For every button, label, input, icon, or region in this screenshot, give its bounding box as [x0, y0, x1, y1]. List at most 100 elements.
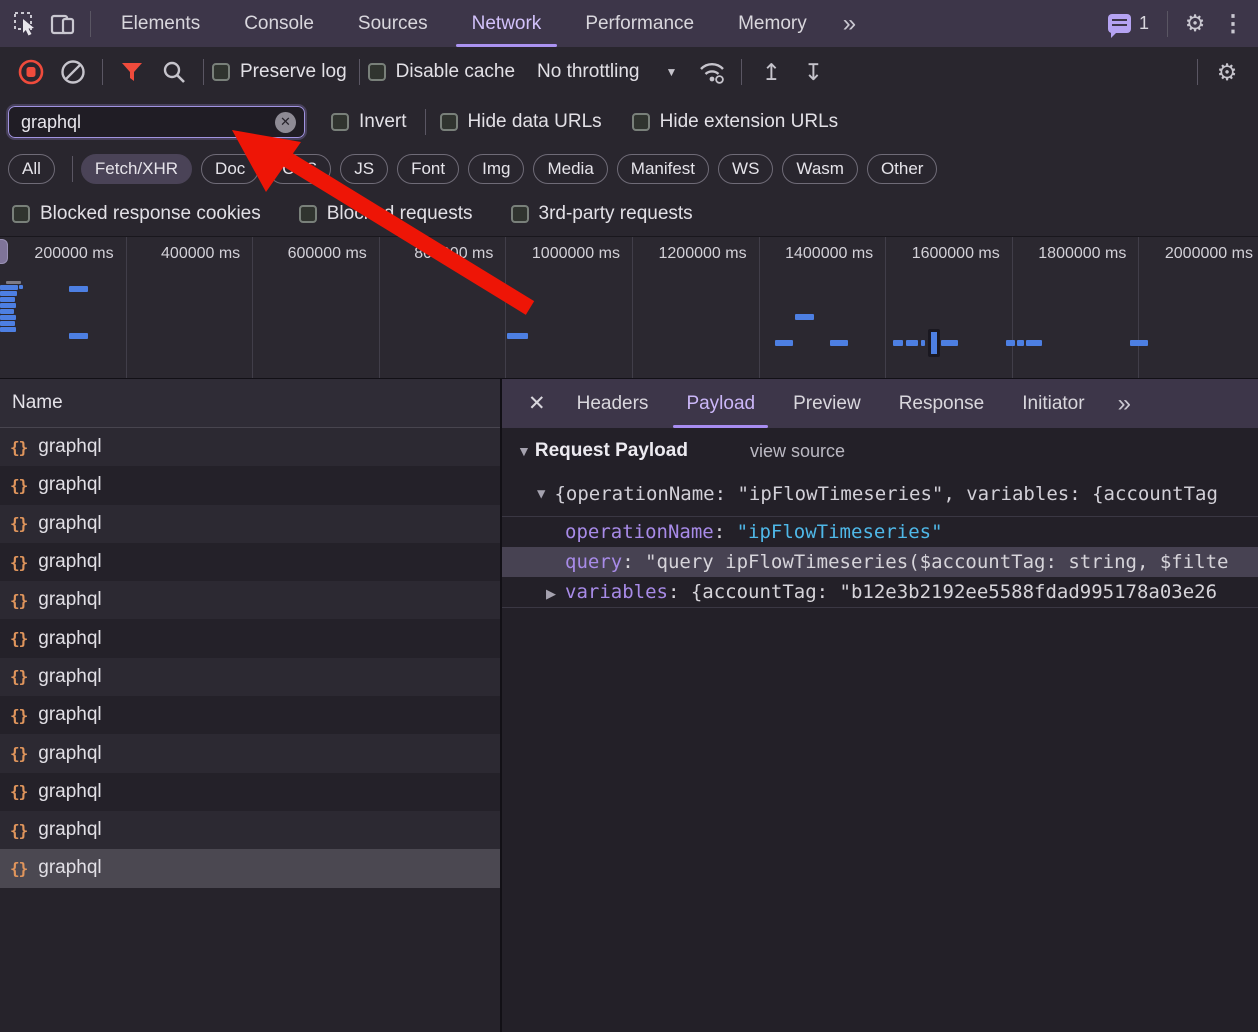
tab-sources[interactable]: Sources — [336, 0, 450, 47]
request-row[interactable]: {}graphql — [0, 811, 500, 849]
filter-chip-manifest[interactable]: Manifest — [617, 154, 709, 184]
payload-row-query[interactable]: query: "query ipFlowTimeseries($accountT… — [502, 547, 1258, 577]
request-row[interactable]: {} graphql — [0, 849, 500, 887]
name-column-header[interactable]: Name — [0, 379, 500, 428]
detail-tab-payload[interactable]: Payload — [667, 379, 774, 428]
blocked-requests-label: Blocked requests — [327, 203, 473, 225]
tab-network[interactable]: Network — [450, 0, 564, 47]
throttling-select[interactable]: No throttling ▼ — [537, 61, 677, 83]
more-tabs-icon[interactable]: » — [829, 10, 870, 38]
clear-filter-icon[interactable]: ✕ — [275, 112, 296, 133]
payload-colon: : — [714, 521, 737, 543]
request-row[interactable]: {}graphql — [0, 581, 500, 619]
detail-tab-initiator[interactable]: Initiator — [1003, 379, 1103, 428]
filter-chip-media[interactable]: Media — [533, 154, 607, 184]
payload-row-variables[interactable]: ▶variables: {accountTag: "b12e3b2192ee55… — [502, 577, 1258, 607]
clear-network-log-icon[interactable] — [52, 51, 94, 93]
json-braces-icon: {} — [10, 667, 27, 686]
filter-chip-other[interactable]: Other — [867, 154, 938, 184]
issues-icon — [1108, 14, 1131, 33]
invert-checkbox[interactable] — [331, 113, 349, 131]
filter-funnel-icon[interactable] — [111, 51, 153, 93]
payload-root-row[interactable]: ▼ {operationName: "ipFlowTimeseries", va… — [502, 478, 1258, 510]
preserve-log-checkbox[interactable] — [212, 63, 230, 81]
tab-elements[interactable]: Elements — [99, 0, 222, 47]
hide-extension-urls-checkbox[interactable] — [632, 113, 650, 131]
detail-tab-preview[interactable]: Preview — [774, 379, 880, 428]
hide-extension-urls-label: Hide extension URLs — [660, 111, 838, 133]
waterfall-bar — [19, 285, 23, 289]
filter-chip-doc[interactable]: Doc — [201, 154, 259, 184]
request-row[interactable]: {}graphql — [0, 619, 500, 657]
tab-performance[interactable]: Performance — [563, 0, 716, 47]
expand-icon[interactable]: ▶ — [546, 579, 565, 607]
disable-cache-checkbox[interactable] — [368, 63, 386, 81]
panel-tabs: ElementsConsoleSourcesNetworkPerformance… — [99, 0, 829, 47]
waterfall-bar — [0, 285, 18, 290]
network-conditions-icon[interactable] — [691, 51, 733, 93]
detail-tab-response[interactable]: Response — [880, 379, 1004, 428]
request-row[interactable]: {}graphql — [0, 773, 500, 811]
kebab-menu-icon[interactable]: ⋮ — [1214, 4, 1252, 44]
filter-chip-img[interactable]: Img — [468, 154, 524, 184]
detail-tab-headers[interactable]: Headers — [558, 379, 668, 428]
settings-gear-icon[interactable]: ⚙ — [1176, 4, 1214, 44]
collapse-icon[interactable]: ▼ — [537, 486, 545, 502]
timeline-tick-label: 1400000 ms — [760, 237, 887, 378]
flag-blocked-requests: Blocked requests — [299, 203, 477, 225]
request-row[interactable]: {}graphql — [0, 696, 500, 734]
waterfall-bar — [1006, 340, 1015, 346]
hide-data-urls-checkbox[interactable] — [440, 113, 458, 131]
waterfall-bar — [795, 314, 814, 320]
issues-button[interactable]: 1 — [1098, 13, 1159, 34]
3rd-party-requests-checkbox[interactable] — [511, 205, 529, 223]
request-row[interactable]: {}graphql — [0, 466, 500, 504]
request-row[interactable]: {}graphql — [0, 658, 500, 696]
filter-chip-js[interactable]: JS — [340, 154, 388, 184]
search-icon[interactable] — [153, 51, 195, 93]
filter-input[interactable] — [19, 111, 275, 134]
network-overview-timeline[interactable]: 200000 ms400000 ms600000 ms800000 ms1000… — [0, 236, 1258, 379]
request-row[interactable]: {}graphql — [0, 543, 500, 581]
tab-memory[interactable]: Memory — [716, 0, 829, 47]
blocked-requests-checkbox[interactable] — [299, 205, 317, 223]
overview-scroll-handle[interactable] — [0, 239, 8, 264]
waterfall-bar — [921, 340, 925, 346]
json-braces-icon: {} — [10, 859, 27, 878]
blocked-response-cookies-checkbox[interactable] — [12, 205, 30, 223]
close-detail-icon[interactable]: ✕ — [516, 391, 558, 416]
record-network-log-icon[interactable] — [10, 51, 52, 93]
request-row[interactable]: {}graphql — [0, 505, 500, 543]
view-source-link[interactable]: view source — [750, 441, 845, 462]
filter-chip-font[interactable]: Font — [397, 154, 459, 184]
json-braces-icon: {} — [10, 821, 27, 840]
network-toolbar: Preserve log Disable cache No throttling… — [0, 47, 1258, 97]
section-collapse-icon[interactable]: ▼ — [517, 443, 531, 459]
filter-chip-all[interactable]: All — [8, 154, 55, 184]
separator — [72, 156, 73, 182]
filter-chip-fetch-xhr[interactable]: Fetch/XHR — [81, 154, 192, 184]
waterfall-bar — [1026, 340, 1042, 346]
waterfall-bar — [69, 286, 88, 292]
payload-row-operationname[interactable]: operationName: "ipFlowTimeseries" — [502, 517, 1258, 547]
inspect-element-icon[interactable] — [6, 4, 44, 44]
json-braces-icon: {} — [10, 782, 27, 801]
request-row[interactable]: {}graphql — [0, 734, 500, 772]
timeline-tick-label: 1200000 ms — [633, 237, 760, 378]
tab-console[interactable]: Console — [222, 0, 336, 47]
filter-chip-wasm[interactable]: Wasm — [782, 154, 858, 184]
payload-value: {accountTag: "b12e3b2192ee5588fdad995178… — [691, 581, 1217, 603]
waterfall-bar — [893, 340, 903, 346]
import-har-icon[interactable]: ↥ — [750, 51, 792, 93]
json-braces-icon: {} — [10, 744, 27, 763]
throttling-value: No throttling — [537, 61, 639, 83]
filter-chip-css[interactable]: CSS — [268, 154, 331, 184]
preserve-log-label: Preserve log — [240, 61, 347, 83]
export-har-icon[interactable]: ↧ — [792, 51, 834, 93]
network-settings-gear-icon[interactable]: ⚙ — [1206, 51, 1248, 93]
filter-chip-ws[interactable]: WS — [718, 154, 773, 184]
request-name: graphql — [38, 857, 101, 879]
device-toolbar-icon[interactable] — [44, 4, 82, 44]
request-row[interactable]: {}graphql — [0, 428, 500, 466]
detail-more-tabs-icon[interactable]: » — [1104, 390, 1145, 418]
